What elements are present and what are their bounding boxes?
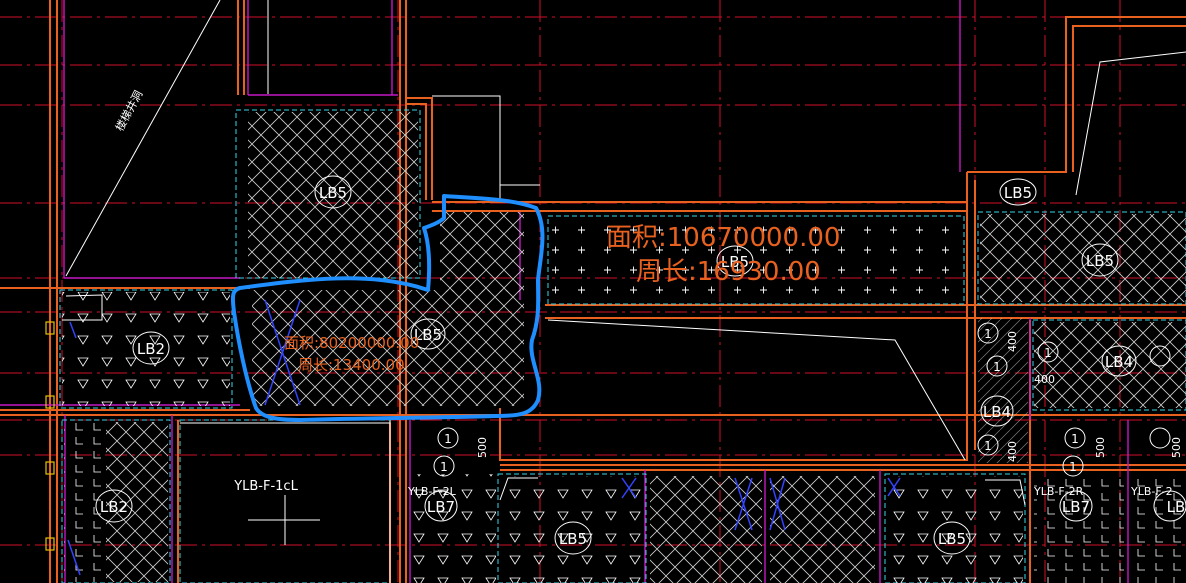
rebar-dim-500-b: 500 <box>1094 437 1107 458</box>
ylb-label-a[interactable]: YLB-F-2L <box>407 485 457 498</box>
rebar-dim-400-a: 400 <box>1006 331 1019 352</box>
rebar-mark-8: 1 <box>1069 460 1077 474</box>
slab-label-lb7-b[interactable]: LB7 <box>1062 498 1090 516</box>
stair-opening-text: 楼梯井洞 <box>112 88 145 133</box>
rebar-mark-2: 1 <box>993 360 1001 374</box>
slab-label-lb5-top[interactable]: LB5 <box>319 184 347 202</box>
rebar-dim-400-c: 400 <box>1006 441 1019 462</box>
cad-viewport[interactable]: LB5 LB5 LB5 LB5 LB5 LB2 LB2 LB4 LB4 LB7 … <box>0 0 1186 583</box>
ylb-label-c[interactable]: YLB-F-2 <box>1130 485 1173 498</box>
rebar-mark-3: 1 <box>984 439 992 453</box>
slab-label-lb5-right-top[interactable]: LB5 <box>1004 184 1032 202</box>
slab-label-lb5-bot-a[interactable]: LB5 <box>559 530 587 548</box>
ylb-label-b[interactable]: YLB-F-2R <box>1033 485 1084 498</box>
rebar-mark-4: 1 <box>1044 346 1052 360</box>
slab-label-lb7-a[interactable]: LB7 <box>427 498 455 516</box>
rebar-mark-5: 1 <box>444 432 452 446</box>
selected-perimeter-text: 周长:13400.00 <box>298 356 405 374</box>
ylb-label-main[interactable]: YLB-F-1cL <box>233 479 298 494</box>
mid-perimeter-text: 周长:16930.00 <box>636 257 821 287</box>
section-symbol <box>248 495 320 545</box>
rebar-mark-1: 1 <box>984 327 992 341</box>
rebar-dim-500-a: 500 <box>476 437 489 458</box>
cad-drawing-canvas[interactable]: LB5 LB5 LB5 LB5 LB5 LB2 LB2 LB4 LB4 LB7 … <box>0 0 1186 583</box>
slab-label-lb4-col[interactable]: LB4 <box>983 403 1011 421</box>
mid-area-text: 面积:10670000.00 <box>606 223 840 253</box>
rebar-mark-7: 1 <box>1071 432 1079 446</box>
rebar-dim-400-b: 400 <box>1034 373 1055 386</box>
rebar-dim-500-c: 500 <box>1170 437 1183 458</box>
slab-label-lb5-bot-b[interactable]: LB5 <box>938 530 966 548</box>
slab-label-lb-partial[interactable]: LB <box>1167 498 1186 516</box>
slab-label-lb2-lower[interactable]: LB2 <box>100 498 128 516</box>
slab-label-lb4-right[interactable]: LB4 <box>1105 353 1133 371</box>
slab-label-lb2-left[interactable]: LB2 <box>137 340 165 358</box>
selected-area-text: 面积:80200000.00 <box>284 334 419 352</box>
slab-label-lb5-right[interactable]: LB5 <box>1086 252 1114 270</box>
rebar-mark-6: 1 <box>440 460 448 474</box>
